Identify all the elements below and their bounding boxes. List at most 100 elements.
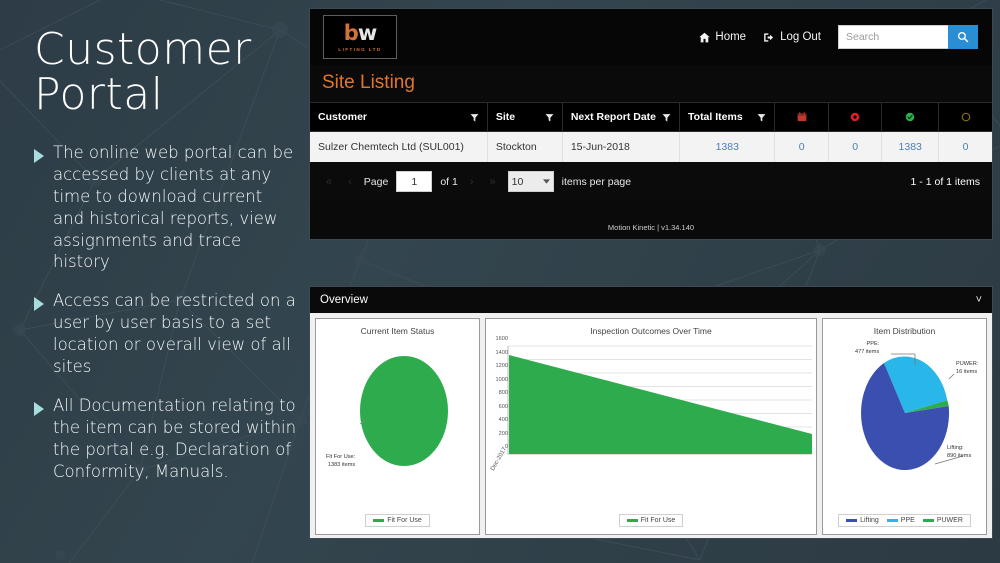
filter-icon[interactable] bbox=[757, 113, 766, 122]
table-header-row: Customer Site Next Report Date Total Ite… bbox=[310, 102, 992, 132]
column-header-next-report-date[interactable]: Next Report Date bbox=[561, 102, 680, 132]
page-number-input[interactable] bbox=[396, 171, 433, 192]
legend-label: Fit For Use bbox=[640, 517, 676, 524]
legend-label: PPE bbox=[900, 517, 915, 524]
portal-navbar: bw LIFTING LTD Home Log Out bbox=[310, 9, 992, 65]
search-input[interactable] bbox=[838, 25, 948, 49]
column-label: Next Report Date bbox=[570, 111, 657, 123]
leader-line bbox=[948, 373, 955, 380]
nav-home-link[interactable]: Home bbox=[699, 31, 746, 43]
overview-panel-header: Overview ˅ bbox=[310, 287, 992, 313]
column-label: Site bbox=[495, 111, 516, 123]
legend-box: Lifting PPE PUWER bbox=[838, 514, 971, 527]
title-line-2: Portal bbox=[34, 68, 164, 120]
search-button[interactable] bbox=[948, 25, 978, 49]
legend-item[interactable]: Lifting bbox=[846, 517, 879, 524]
site-listing-heading: Site Listing bbox=[322, 72, 415, 93]
legend-box: Fit For Use bbox=[618, 514, 684, 527]
cell-failed[interactable]: 0 bbox=[827, 131, 882, 162]
calendar-icon bbox=[797, 112, 807, 122]
chart-title: Inspection Outcomes Over Time bbox=[590, 326, 712, 336]
column-header-customer[interactable]: Customer bbox=[310, 102, 488, 132]
cell-overdue[interactable]: 0 bbox=[774, 131, 829, 162]
bullet-item: The online web portal can be accessed by… bbox=[34, 142, 298, 274]
portal-overview-screenshot: Overview ˅ Current Item Status Fit For U… bbox=[309, 286, 993, 539]
logo-letter-w: w bbox=[357, 20, 377, 45]
pie-annotation-fit-for-use: Fit For Use: 1383 items bbox=[326, 454, 356, 468]
page-label: Page bbox=[363, 175, 389, 188]
table-pagination: « ‹ Page of 1 › » 10 items per page 1 - … bbox=[310, 162, 992, 201]
column-label: Customer bbox=[318, 111, 368, 123]
triangle-bullet-icon bbox=[34, 402, 44, 417]
filter-icon[interactable] bbox=[470, 113, 479, 122]
last-page-button[interactable]: » bbox=[486, 176, 500, 188]
filter-icon[interactable] bbox=[545, 113, 554, 122]
legend-label: Fit For Use bbox=[387, 517, 422, 524]
chevron-down-icon[interactable]: ˅ bbox=[976, 294, 982, 306]
legend-swatch bbox=[886, 519, 898, 522]
legend-box: Fit For Use bbox=[365, 514, 430, 527]
legend-swatch bbox=[373, 519, 385, 522]
items-per-page-label: items per page bbox=[561, 175, 632, 188]
pagination-summary: 1 - 1 of 1 items bbox=[910, 175, 980, 188]
triangle-bullet-icon bbox=[34, 297, 44, 312]
bullet-text: Access can be restricted on a user by us… bbox=[53, 291, 296, 377]
filter-icon[interactable] bbox=[662, 113, 671, 122]
page-title: Customer Portal bbox=[34, 27, 298, 120]
cell-other[interactable]: 0 bbox=[938, 131, 992, 162]
logo-wordmark: bw bbox=[344, 20, 377, 45]
portal-footer-version: Motion Kinetic | v1.34.140 bbox=[607, 223, 695, 232]
nav-logout-label: Log Out bbox=[780, 31, 821, 43]
circle-alert-icon bbox=[850, 112, 860, 122]
chart-legend: Fit For Use bbox=[316, 514, 479, 527]
legend-item[interactable]: Fit For Use bbox=[373, 517, 422, 524]
legend-item[interactable]: PPE bbox=[886, 517, 915, 524]
logo-subtitle: LIFTING LTD bbox=[338, 46, 382, 52]
legend-item[interactable]: PUWER bbox=[922, 517, 963, 524]
overview-charts-row: Current Item Status Fit For Use: 1383 it… bbox=[310, 313, 992, 538]
search-group bbox=[838, 25, 978, 49]
slide-text-panel: Customer Portal The online web portal ca… bbox=[0, 0, 312, 563]
check-circle-icon bbox=[905, 112, 915, 122]
chevron-down-icon bbox=[542, 179, 550, 184]
cell-next-report-date: 15-Jun-2018 bbox=[561, 131, 680, 162]
bullet-item: Access can be restricted on a user by us… bbox=[34, 290, 298, 378]
column-header-passed[interactable] bbox=[881, 102, 939, 132]
column-header-overdue[interactable] bbox=[774, 102, 829, 132]
chart-title: Item Distribution bbox=[873, 326, 936, 336]
pie-slice-fit-for-use[interactable] bbox=[360, 356, 448, 466]
bullet-text: The online web portal can be accessed by… bbox=[53, 142, 294, 272]
legend-item[interactable]: Fit For Use bbox=[626, 517, 676, 524]
bw-lifting-logo[interactable]: bw LIFTING LTD bbox=[323, 15, 397, 59]
column-header-total-items[interactable]: Total Items bbox=[679, 102, 775, 132]
next-page-button[interactable]: › bbox=[466, 176, 478, 188]
pie-annotation-ppe: PPE: 477 items bbox=[855, 341, 880, 355]
nav-logout-link[interactable]: Log Out bbox=[763, 31, 821, 43]
cell-customer: Sulzer Chemtech Ltd (SUL001) bbox=[310, 131, 488, 162]
column-header-failed[interactable] bbox=[827, 102, 882, 132]
area-series-fit-for-use[interactable] bbox=[509, 355, 812, 454]
column-header-site[interactable]: Site bbox=[486, 102, 563, 132]
legend-label: PUWER bbox=[936, 517, 963, 524]
column-header-other[interactable] bbox=[938, 102, 992, 132]
page-size-select[interactable]: 10 bbox=[507, 171, 554, 192]
search-icon bbox=[957, 31, 969, 43]
column-label: Total Items bbox=[688, 111, 743, 123]
cell-total-items[interactable]: 1383 bbox=[679, 131, 775, 162]
triangle-bullet-icon bbox=[34, 148, 44, 163]
bullet-item: All Documentation relating to the item c… bbox=[34, 395, 298, 483]
chart-inspection-outcomes-over-time: Inspection Outcomes Over Time 1600 1400 … bbox=[485, 318, 817, 535]
chart-title: Current Item Status bbox=[360, 326, 435, 336]
chart-current-item-status: Current Item Status Fit For Use: 1383 it… bbox=[315, 318, 480, 535]
pie-annotation-puwer: PUWER: 16 items bbox=[956, 361, 979, 375]
table-row[interactable]: Sulzer Chemtech Ltd (SUL001) Stockton 15… bbox=[310, 131, 992, 162]
portal-site-listing-screenshot: bw LIFTING LTD Home Log Out Search Site … bbox=[309, 8, 993, 240]
legend-label: Lifting bbox=[860, 517, 879, 524]
legend-swatch bbox=[922, 519, 934, 522]
legend-swatch bbox=[626, 519, 638, 522]
previous-page-button[interactable]: ‹ bbox=[344, 176, 356, 188]
legend-swatch bbox=[846, 519, 858, 522]
first-page-button[interactable]: « bbox=[322, 176, 336, 188]
y-axis-tick-labels: 1600 1400 1200 1000 800 600 400 200 0 bbox=[495, 336, 508, 450]
cell-passed[interactable]: 1383 bbox=[881, 131, 939, 162]
